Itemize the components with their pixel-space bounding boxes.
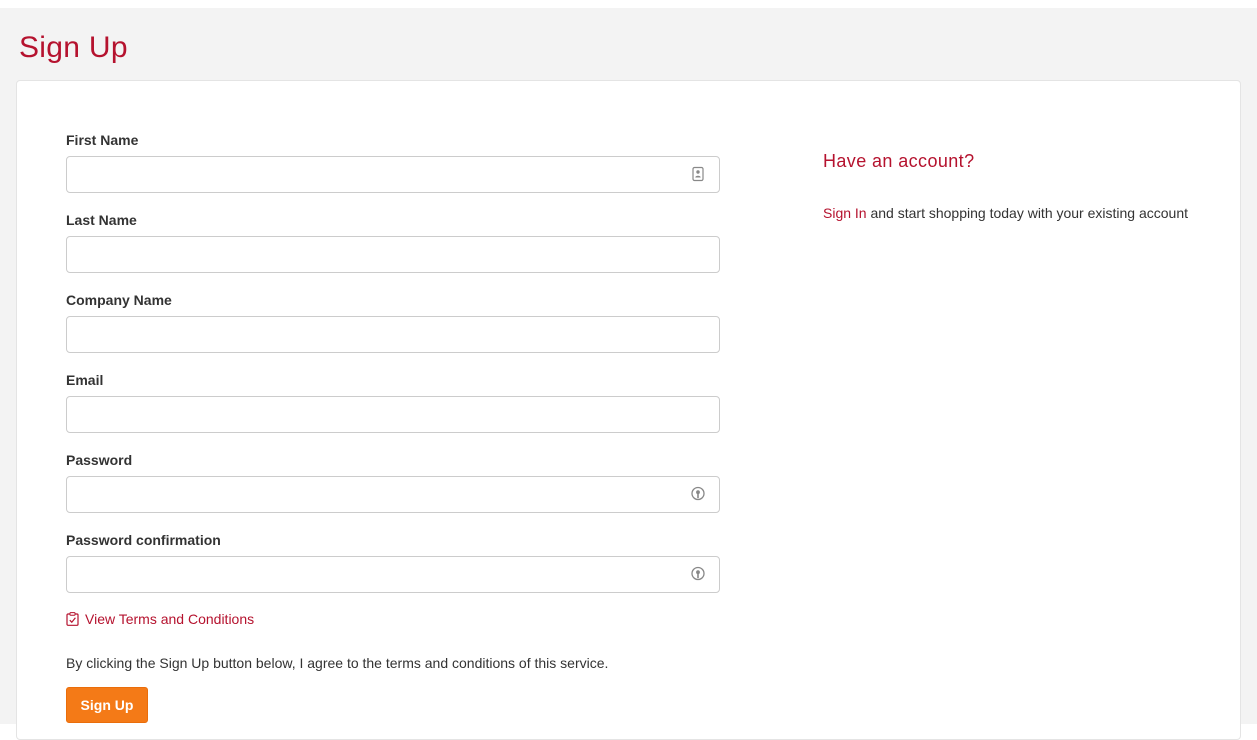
account-sidebar: Have an account? Sign In and start shopp… — [823, 149, 1203, 223]
agreement-text: By clicking the Sign Up button below, I … — [66, 655, 609, 671]
company-name-input[interactable] — [66, 316, 720, 353]
password-key-icon — [691, 566, 705, 581]
first-name-input[interactable] — [66, 156, 720, 193]
company-name-group: Company Name — [66, 290, 720, 370]
email-wrap — [66, 396, 720, 433]
last-name-group: Last Name — [66, 210, 720, 290]
contact-card-icon — [692, 166, 704, 182]
password-confirmation-input[interactable] — [66, 556, 720, 593]
password-confirmation-wrap — [66, 556, 720, 593]
email-input[interactable] — [66, 396, 720, 433]
have-account-heading: Have an account? — [823, 151, 975, 171]
first-name-wrap — [66, 156, 720, 193]
password-confirmation-label: Password confirmation — [66, 532, 221, 548]
last-name-label: Last Name — [66, 212, 137, 228]
password-group: Password — [66, 450, 720, 530]
password-input[interactable] — [66, 476, 720, 513]
signup-card: First Name Last Name Company Name Email … — [16, 80, 1241, 740]
email-label: Email — [66, 372, 104, 388]
clipboard-check-icon — [66, 612, 79, 626]
sign-up-button[interactable]: Sign Up — [66, 687, 148, 723]
last-name-wrap — [66, 236, 720, 273]
last-name-input[interactable] — [66, 236, 720, 273]
page-title: Sign Up — [19, 31, 128, 64]
signin-prompt: Sign In and start shopping today with yo… — [823, 203, 1203, 223]
first-name-label: First Name — [66, 132, 139, 148]
password-label: Password — [66, 452, 133, 468]
password-key-icon — [691, 486, 705, 501]
sign-in-link[interactable]: Sign In — [823, 205, 867, 221]
terms-link[interactable]: View Terms and Conditions — [66, 609, 254, 629]
password-confirmation-group: Password confirmation — [66, 530, 720, 610]
company-name-label: Company Name — [66, 292, 172, 308]
signup-form: First Name Last Name Company Name Email … — [66, 130, 720, 610]
company-name-wrap — [66, 316, 720, 353]
email-group: Email — [66, 370, 720, 450]
signin-prompt-text: and start shopping today with your exist… — [866, 205, 1189, 221]
first-name-group: First Name — [66, 130, 720, 210]
password-wrap — [66, 476, 720, 513]
terms-link-label: View Terms and Conditions — [85, 611, 255, 627]
